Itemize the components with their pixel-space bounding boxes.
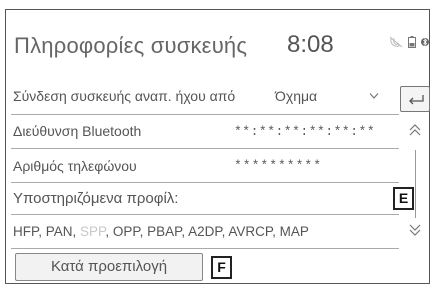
profile-text: , OPP, PBAP, A2DP, AVRCP, MAP (105, 224, 309, 239)
battery-icon (408, 35, 416, 53)
back-button[interactable] (400, 86, 430, 112)
callout-e: E (393, 187, 414, 210)
callout-f: F (211, 256, 232, 279)
source-dropdown[interactable]: Σύνδεση συσκευής αναπ. ήχου από Όχημα (11, 78, 399, 115)
page-title: Πληροφορίες συσκευής (14, 33, 248, 58)
phone-disconnected-icon (389, 35, 403, 53)
supported-profiles-row: Υποστηριζόμενα προφίλ: (11, 182, 399, 215)
clock: 8:08 (287, 31, 334, 58)
profiles-list: HFP, PAN, SPP, OPP, PBAP, A2DP, AVRCP, M… (13, 224, 309, 239)
phone-number-value: ********** (234, 158, 323, 173)
scroll-down-icon[interactable] (407, 223, 423, 237)
device-info-screen: Πληροφορίες συσκευής 8:08 Σύνδεση συσκευ… (5, 9, 430, 284)
bluetooth-address-value: **:**:**:**:**:** (234, 124, 376, 139)
profile-text-disabled: SPP (80, 224, 106, 239)
scrollbar[interactable] (415, 150, 416, 218)
bluetooth-icon (421, 35, 429, 53)
scroll-up-icon[interactable] (407, 123, 423, 137)
status-bar (389, 35, 429, 53)
bluetooth-address-row: Διεύθυνση Bluetooth **:**:**:**:**:** (11, 114, 399, 149)
chevron-down-icon (369, 93, 379, 99)
default-button[interactable]: Κατά προεπιλογή (15, 253, 203, 281)
back-arrow-icon (409, 95, 424, 105)
bluetooth-address-label: Διεύθυνση Bluetooth (13, 123, 142, 139)
phone-number-row: Αριθμός τηλεφώνου ********** (11, 148, 399, 183)
profile-text: HFP, PAN, (13, 224, 81, 239)
phone-number-label: Αριθμός τηλεφώνου (13, 158, 137, 174)
source-label: Σύνδεση συσκευής αναπ. ήχου από (13, 88, 236, 104)
profiles-list-row: HFP, PAN, SPP, OPP, PBAP, A2DP, AVRCP, M… (11, 214, 399, 249)
supported-profiles-label: Υποστηριζόμενα προφίλ: (13, 190, 179, 207)
source-value: Όχημα (275, 88, 318, 104)
